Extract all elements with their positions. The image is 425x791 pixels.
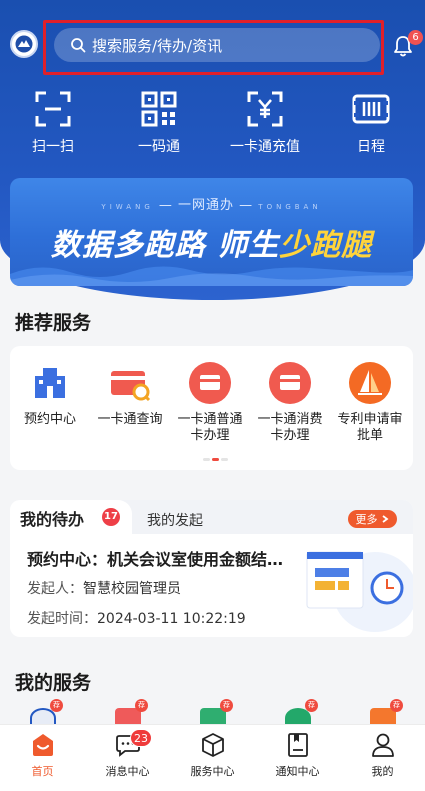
search-bar[interactable]: 搜索服务/待办/资讯: [54, 28, 380, 62]
more-label: 更多: [355, 513, 378, 526]
indicator-dot: [203, 458, 210, 461]
my-service-item[interactable]: 荐: [170, 696, 255, 728]
todo-tabs: 我的待办 17 我的发起 更多: [10, 500, 413, 534]
chevron-right-icon: [381, 515, 388, 523]
school-logo-icon: [10, 30, 38, 58]
tab-label: 通知中心: [275, 765, 320, 778]
qrcode-icon: [141, 91, 177, 127]
todo-count-badge: 17: [102, 508, 120, 526]
quick-action-label: 扫一扫: [32, 139, 74, 155]
search-placeholder: 搜索服务/待办/资讯: [92, 36, 223, 55]
todo-card: 我的待办 17 我的发起 更多 预约中心：机关会议室使用金额结算审批 发起人：智…: [10, 500, 413, 637]
quick-actions: 扫一扫 一码通 一卡通充值 日程: [0, 90, 425, 160]
card-recharge-icon: [247, 91, 283, 127]
service-label: 预约中心: [23, 412, 76, 427]
schedule-icon: [352, 94, 390, 124]
user-icon: [371, 733, 394, 757]
promo-banner[interactable]: YIWANG — 一网通办 — TONGBAN 数据多跑路 师生少跑腿: [10, 178, 413, 286]
initiator-value: 智慧校园管理员: [83, 581, 181, 597]
tab-services[interactable]: 服务中心: [170, 725, 255, 791]
notice-icon: [287, 733, 308, 757]
tab-label: 首页: [31, 765, 54, 778]
banner-subtitle-text: 一网通办: [178, 198, 235, 213]
my-service-item[interactable]: 荐: [0, 696, 85, 728]
tab-label: 我的待办: [20, 510, 85, 529]
tab-my-todo[interactable]: 我的待办 17: [10, 500, 132, 534]
quick-action-qrcode[interactable]: 一码通: [106, 90, 212, 160]
recommend-tag: 荐: [50, 699, 63, 712]
time-label: 发起时间：: [27, 611, 97, 627]
card-icon: [269, 362, 311, 404]
service-item-patent[interactable]: 专利申请审批单: [330, 362, 410, 444]
search-icon: [71, 38, 86, 53]
bottom-tab-bar: 首页 消息中心 23 服务中心 通知中心 我的: [0, 724, 425, 791]
top-bar: 搜索服务/待办/资讯 6: [0, 18, 425, 75]
recommended-title: 推荐服务: [15, 312, 92, 334]
indicator-dot: [221, 458, 228, 461]
tab-label: 消息中心: [105, 765, 150, 778]
card-icon: [189, 362, 231, 404]
banner-subtitle: YIWANG — 一网通办 — TONGBAN: [101, 198, 322, 213]
quick-action-recharge[interactable]: 一卡通充值: [212, 90, 318, 160]
tab-messages[interactable]: 消息中心 23: [85, 725, 170, 791]
my-services-row: 荐 荐 荐 荐 荐: [0, 696, 425, 728]
todo-item-title[interactable]: 预约中心：机关会议室使用金额结算审批: [27, 546, 287, 570]
service-label: 一卡通消费卡办理: [257, 412, 323, 443]
service-label: 一卡通普通卡办理: [177, 412, 243, 443]
quick-action-label: 日程: [357, 139, 385, 155]
tab-home[interactable]: 首页: [0, 725, 85, 791]
sail-icon: [349, 362, 391, 404]
recommend-tag: 荐: [220, 699, 233, 712]
scan-icon: [35, 91, 71, 127]
recommend-tag: 荐: [305, 699, 318, 712]
quick-action-label: 一卡通充值: [230, 139, 300, 155]
service-item-booking[interactable]: 预约中心: [10, 362, 90, 444]
tab-profile[interactable]: 我的: [340, 725, 425, 791]
quick-action-scan[interactable]: 扫一扫: [0, 90, 106, 160]
todo-initiator: 发起人：智慧校园管理员: [27, 578, 181, 598]
my-service-item[interactable]: 荐: [340, 696, 425, 728]
my-services-title: 我的服务: [15, 672, 92, 694]
service-item-consume-card[interactable]: 一卡通消费卡办理: [250, 362, 330, 444]
building-icon: [29, 362, 71, 404]
box-icon: [201, 733, 224, 757]
service-label: 一卡通查询: [97, 412, 163, 427]
recommend-tag: 荐: [390, 699, 403, 712]
quick-action-label: 一码通: [138, 139, 180, 155]
document-clock-illustration: [306, 551, 413, 632]
service-label: 专利申请审批单: [337, 412, 403, 443]
service-item-card-query[interactable]: 一卡通查询: [90, 362, 170, 444]
quick-action-schedule[interactable]: 日程: [318, 90, 424, 160]
home-icon: [32, 734, 53, 756]
tab-notices[interactable]: 通知中心: [255, 725, 340, 791]
initiator-label: 发起人：: [27, 581, 83, 597]
tab-my-initiated[interactable]: 我的发起: [147, 510, 203, 530]
my-service-item[interactable]: 荐: [255, 696, 340, 728]
message-count-badge: 23: [130, 729, 152, 747]
notification-badge: 6: [408, 30, 423, 45]
tab-label: 服务中心: [190, 765, 235, 778]
card-search-icon: [109, 362, 151, 404]
tab-label: 我的: [371, 765, 394, 778]
banner-pinyin-left: YIWANG: [101, 203, 154, 211]
more-button[interactable]: 更多: [348, 510, 397, 528]
indicator-dot-active: [212, 458, 219, 461]
todo-time: 发起时间：2024-03-11 10:22:19: [27, 608, 246, 628]
time-value: 2024-03-11 10:22:19: [97, 611, 246, 627]
banner-wave-decoration: [10, 266, 413, 286]
recommend-tag: 荐: [135, 699, 148, 712]
banner-pinyin-right: TONGBAN: [258, 203, 322, 211]
recommended-card: 预约中心 一卡通查询 一卡通普通卡办理 一卡通消费卡办理 专利申请审批单: [10, 346, 413, 470]
service-item-regular-card[interactable]: 一卡通普通卡办理: [170, 362, 250, 444]
my-service-item[interactable]: 荐: [85, 696, 170, 728]
carousel-indicator: [203, 458, 228, 461]
